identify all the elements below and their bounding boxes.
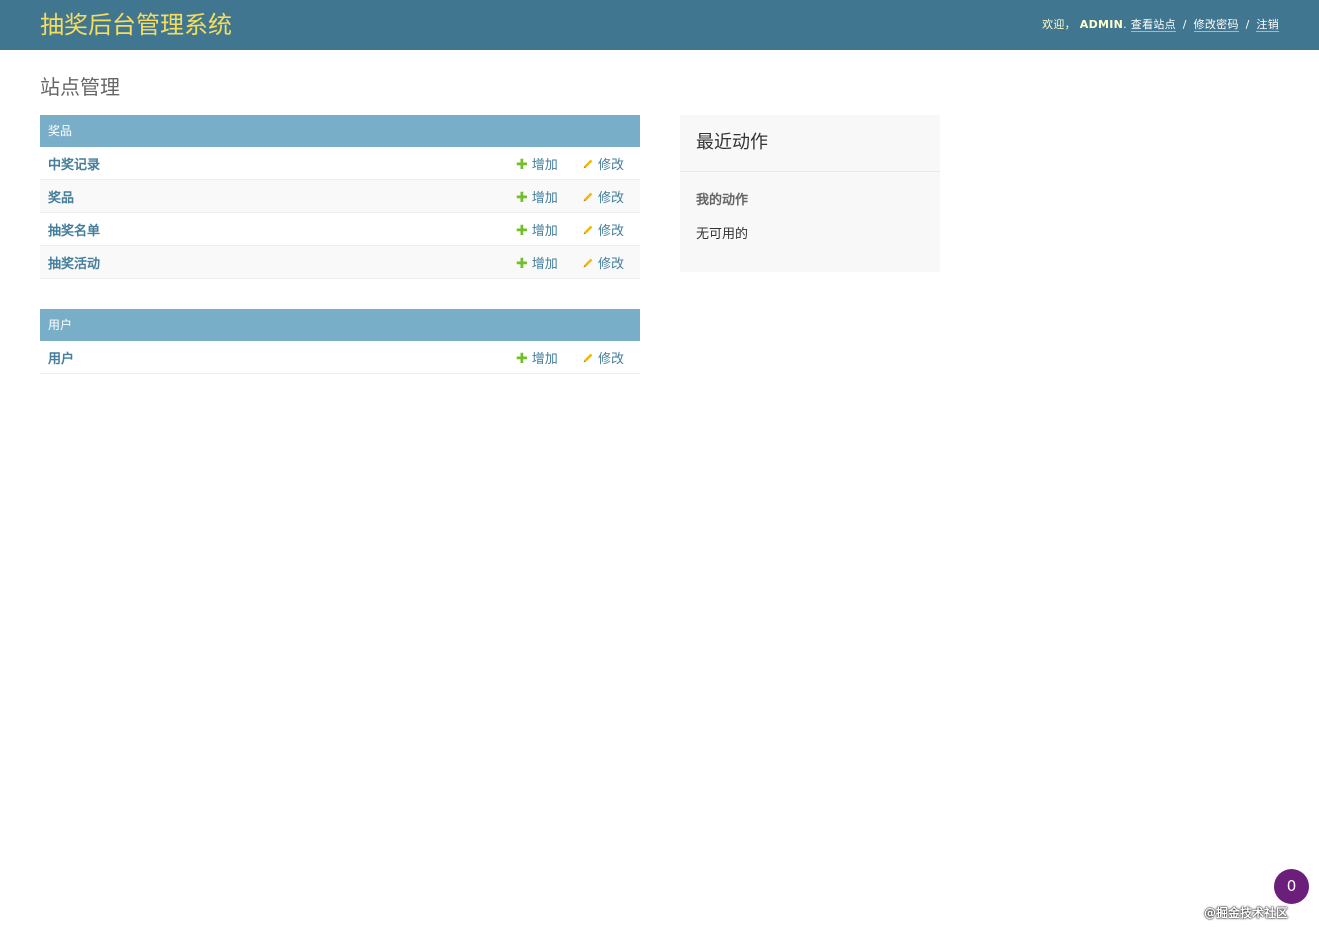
- model-row: 奖品 ✚ 增加 修改: [40, 179, 640, 213]
- model-row: 抽奖名单 ✚ 增加 修改: [40, 212, 640, 246]
- add-link[interactable]: ✚ 增加: [516, 255, 558, 272]
- pencil-icon: [583, 192, 593, 201]
- model-link[interactable]: 抽奖名单: [48, 224, 100, 239]
- change-link[interactable]: 修改: [582, 257, 624, 272]
- welcome-text: 欢迎，: [1042, 18, 1076, 31]
- site-branding[interactable]: 抽奖后台管理系统: [40, 10, 232, 40]
- page-title: 站点管理: [40, 75, 120, 99]
- change-link[interactable]: 修改: [582, 158, 624, 173]
- app-caption[interactable]: 用户: [40, 309, 640, 341]
- change-password-link[interactable]: 修改密码: [1193, 18, 1239, 32]
- app-caption[interactable]: 奖品: [40, 115, 640, 147]
- model-row: 用户 ✚ 增加 修改: [40, 341, 640, 374]
- plus-icon: ✚: [516, 222, 528, 239]
- recent-actions-panel: 最近动作 我的动作 无可用的: [680, 115, 940, 272]
- view-site-link[interactable]: 查看站点: [1130, 18, 1176, 32]
- separator: /: [1245, 18, 1250, 31]
- model-link[interactable]: 奖品: [48, 191, 74, 206]
- plus-icon: ✚: [516, 255, 528, 272]
- pencil-icon: [583, 159, 593, 168]
- logout-link[interactable]: 注销: [1256, 18, 1279, 32]
- no-actions-text: 无可用的: [696, 227, 749, 242]
- model-link[interactable]: 中奖记录: [48, 158, 100, 173]
- change-link[interactable]: 修改: [582, 352, 624, 367]
- my-actions-heading: 我的动作: [696, 193, 749, 208]
- change-link[interactable]: 修改: [582, 191, 624, 206]
- add-link[interactable]: ✚ 增加: [516, 222, 558, 239]
- model-link[interactable]: 抽奖活动: [48, 257, 100, 272]
- plus-icon: ✚: [516, 350, 528, 367]
- app-module-users: 用户 用户 ✚ 增加 修改: [40, 309, 640, 374]
- add-link[interactable]: ✚ 增加: [516, 189, 558, 206]
- plus-icon: ✚: [516, 156, 528, 173]
- pencil-icon: [583, 225, 593, 234]
- model-row: 抽奖活动 ✚ 增加 修改: [40, 245, 640, 279]
- pencil-icon: [583, 353, 593, 362]
- header-bar: 抽奖后台管理系统 欢迎， ADMIN. 查看站点 / 修改密码 / 注销: [0, 0, 1319, 50]
- change-link[interactable]: 修改: [582, 224, 624, 239]
- user-tools: 欢迎， ADMIN. 查看站点 / 修改密码 / 注销: [1042, 18, 1279, 32]
- add-link[interactable]: ✚ 增加: [516, 156, 558, 173]
- app-module-prizes: 奖品 中奖记录 ✚ 增加 修改 奖品 ✚ 增加 修改 抽奖名单 ✚ 增加 修改 抽奖活…: [40, 115, 640, 279]
- notification-badge[interactable]: 0: [1274, 869, 1309, 904]
- watermark: @掘金技术社区: [1204, 906, 1289, 920]
- separator: /: [1182, 18, 1187, 31]
- add-link[interactable]: ✚ 增加: [516, 350, 558, 367]
- username: ADMIN: [1079, 18, 1124, 31]
- model-row: 中奖记录 ✚ 增加 修改: [40, 147, 640, 180]
- recent-actions-title: 最近动作: [680, 115, 940, 172]
- pencil-icon: [583, 258, 593, 267]
- model-link[interactable]: 用户: [48, 352, 74, 367]
- plus-icon: ✚: [516, 189, 528, 206]
